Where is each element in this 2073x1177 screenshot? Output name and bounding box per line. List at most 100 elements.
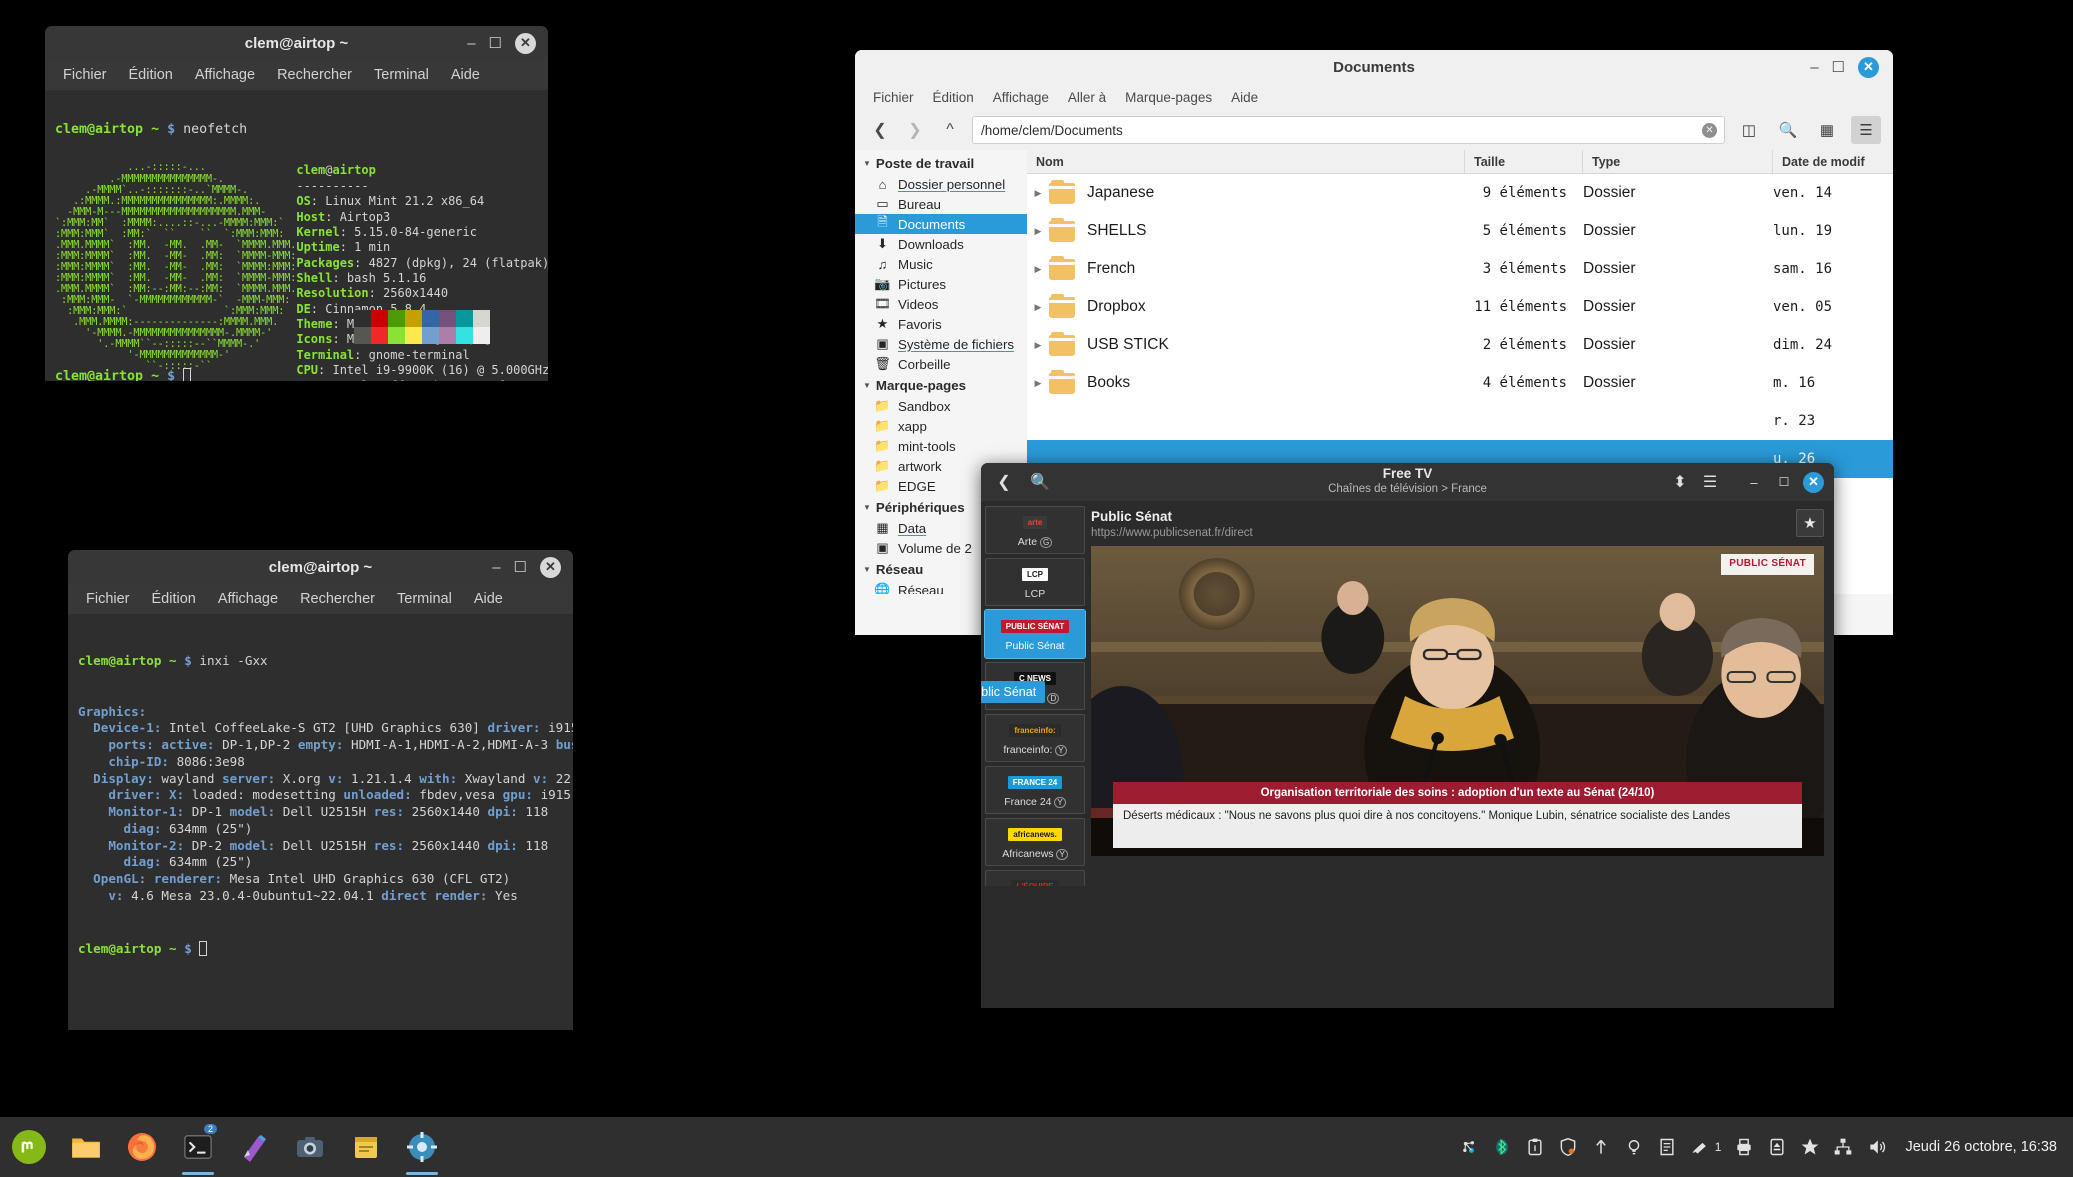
fm-maximize-button[interactable]: ☐	[1832, 60, 1845, 75]
volume-icon[interactable]	[1866, 1137, 1888, 1157]
hamburger-menu-icon[interactable]: ☰	[1697, 469, 1723, 495]
tv-close-button[interactable]: ✕	[1803, 472, 1824, 493]
bulb-icon[interactable]	[1624, 1137, 1644, 1157]
fm-menu-marquepages[interactable]: Marque-pages	[1125, 90, 1212, 105]
sidebar-item-pictures[interactable]: 📷Pictures	[855, 274, 1027, 294]
table-row[interactable]: ▶Books4 élémentsDossierm. 16	[1027, 364, 1893, 402]
column-header-date[interactable]: Date de modif	[1773, 150, 1893, 173]
sidebar-group-marque-pages[interactable]: ▼Marque-pages	[855, 374, 1027, 396]
menu2-edition[interactable]: Édition	[152, 591, 196, 607]
eject-icon[interactable]	[1767, 1137, 1787, 1157]
menu-affichage[interactable]: Affichage	[195, 67, 255, 83]
shield-update-icon[interactable]	[1558, 1137, 1578, 1157]
search-icon[interactable]: 🔍	[1027, 469, 1053, 495]
notes-tray-icon[interactable]	[1657, 1137, 1677, 1157]
settings-launcher[interactable]	[394, 1117, 450, 1177]
notification-icon[interactable]	[1690, 1137, 1710, 1157]
minimize-button[interactable]: –	[467, 36, 475, 51]
notes-launcher[interactable]	[338, 1117, 394, 1177]
fullscreen-icon[interactable]: ⬍	[1667, 469, 1693, 495]
terminal-launcher[interactable]: 2	[170, 1117, 226, 1177]
fm-menu-aide[interactable]: Aide	[1231, 90, 1258, 105]
menu2-affichage[interactable]: Affichage	[218, 591, 278, 607]
maximize-button[interactable]: ☐	[489, 36, 502, 51]
tv-minimize-button[interactable]: –	[1741, 469, 1767, 495]
clear-path-icon[interactable]: ✕	[1702, 123, 1717, 138]
fm-menu-affichage[interactable]: Affichage	[993, 90, 1049, 105]
split-view-icon[interactable]: ◫	[1734, 116, 1764, 144]
mint-menu-icon[interactable]	[0, 1117, 58, 1177]
sidebar-item-mint-tools[interactable]: 📁mint-tools	[855, 436, 1027, 456]
sharing-icon[interactable]	[1833, 1137, 1853, 1157]
channel-item-franceinfo[interactable]: franceinfo:franceinfo: Y	[985, 714, 1085, 762]
channel-item-public-s-nat[interactable]: PUBLIC SÉNATPublic Sénat	[985, 610, 1085, 658]
search-icon[interactable]: 🔍	[1773, 116, 1803, 144]
channel-item-africanews[interactable]: africanews.Africanews Y	[985, 818, 1085, 866]
menu-aide[interactable]: Aide	[451, 67, 480, 83]
table-row[interactable]: ▶SHELLS5 élémentsDossierlun. 19	[1027, 212, 1893, 250]
expand-triangle-icon[interactable]: ▶	[1027, 378, 1049, 389]
screenshot-launcher[interactable]	[282, 1117, 338, 1177]
channel-item-l-quipe[interactable]: L'ÉQUIPEL'ÉQUIPE	[985, 870, 1085, 886]
close-button[interactable]: ✕	[515, 33, 536, 54]
up-button[interactable]: ^	[937, 117, 963, 143]
channel-item-lcp[interactable]: LCPLCP	[985, 558, 1085, 606]
menu-rechercher[interactable]: Rechercher	[277, 67, 352, 83]
terminal2-titlebar[interactable]: clem@airtop ~ – ☐ ✕	[68, 550, 573, 584]
star-icon[interactable]: ★	[1796, 509, 1824, 537]
table-row[interactable]: ▶Dropbox11 élémentsDossierven. 05	[1027, 288, 1893, 326]
table-row[interactable]: ▶USB STICK2 élémentsDossierdim. 24	[1027, 326, 1893, 364]
printer-icon[interactable]	[1734, 1137, 1754, 1157]
channel-item-arte[interactable]: arteArte G	[985, 506, 1085, 554]
expand-triangle-icon[interactable]: ▶	[1027, 226, 1049, 237]
terminal1-output[interactable]: clem@airtop ~ $ neofetch ...-:::::-... .…	[45, 90, 548, 381]
close-button-2[interactable]: ✕	[540, 557, 561, 578]
freetv-titlebar[interactable]: ❮ 🔍 Free TV Chaînes de télévision > Fran…	[981, 463, 1834, 501]
sidebar-item-dossier-personnel[interactable]: ⌂Dossier personnel	[855, 174, 1027, 194]
fm-menu-edition[interactable]: Édition	[933, 90, 974, 105]
bluetooth-icon[interactable]	[1492, 1137, 1512, 1157]
menu-fichier[interactable]: Fichier	[63, 67, 107, 83]
column-header-nom[interactable]: Nom	[1027, 150, 1465, 173]
video-player[interactable]: PUBLIC SÉNAT Organisation territoriale d…	[1091, 546, 1824, 856]
table-row[interactable]: ▶French3 élémentsDossiersam. 16	[1027, 250, 1893, 288]
menu2-terminal[interactable]: Terminal	[397, 591, 452, 607]
sidebar-item-bureau[interactable]: ▭Bureau	[855, 194, 1027, 214]
sidebar-item-documents[interactable]: 🗎Documents	[855, 214, 1027, 234]
firefox-launcher[interactable]	[114, 1117, 170, 1177]
menu-edition[interactable]: Édition	[129, 67, 173, 83]
menu-terminal[interactable]: Terminal	[374, 67, 429, 83]
clock[interactable]: Jeudi 26 octobre, 16:38	[1905, 1139, 2057, 1155]
menu2-aide[interactable]: Aide	[474, 591, 503, 607]
expand-triangle-icon[interactable]: ▶	[1027, 340, 1049, 351]
files-launcher[interactable]	[58, 1117, 114, 1177]
fm-close-button[interactable]: ✕	[1858, 57, 1879, 78]
table-row[interactable]: r. 23	[1027, 402, 1893, 440]
expand-triangle-icon[interactable]: ▶	[1027, 302, 1049, 313]
sidebar-item-système-de-fichiers[interactable]: ▣Système de fichiers	[855, 334, 1027, 354]
sidebar-item-sandbox[interactable]: 📁Sandbox	[855, 396, 1027, 416]
grid-view-icon[interactable]: ▦	[1812, 116, 1842, 144]
minimize-button-2[interactable]: –	[492, 560, 500, 575]
sidebar-group-poste-de-travail[interactable]: ▼Poste de travail	[855, 152, 1027, 174]
back-arrow-icon[interactable]: ❮	[991, 469, 1017, 495]
column-header-taille[interactable]: Taille	[1465, 150, 1583, 173]
fm-minimize-button[interactable]: –	[1810, 60, 1818, 75]
gimp-launcher[interactable]	[226, 1117, 282, 1177]
sidebar-item-corbeille[interactable]: 🗑Corbeille	[855, 354, 1027, 374]
column-header-type[interactable]: Type	[1583, 150, 1773, 173]
back-button[interactable]: ❮	[867, 117, 893, 143]
path-input[interactable]: /home/clem/Documents ✕	[972, 116, 1725, 144]
list-view-icon[interactable]: ☰	[1851, 116, 1881, 144]
sidebar-item-favoris[interactable]: ★Favoris	[855, 314, 1027, 334]
sidebar-item-xapp[interactable]: 📁xapp	[855, 416, 1027, 436]
tv-maximize-button[interactable]: ☐	[1771, 469, 1797, 495]
expand-triangle-icon[interactable]: ▶	[1027, 264, 1049, 275]
menu2-rechercher[interactable]: Rechercher	[300, 591, 375, 607]
upload-icon[interactable]	[1591, 1137, 1611, 1157]
favorites-icon[interactable]	[1800, 1137, 1820, 1157]
forward-button[interactable]: ❯	[902, 117, 928, 143]
sidebar-item-videos[interactable]: 🎞Videos	[855, 294, 1027, 314]
sidebar-item-downloads[interactable]: ⬇Downloads	[855, 234, 1027, 254]
clipboard-icon[interactable]	[1525, 1137, 1545, 1157]
